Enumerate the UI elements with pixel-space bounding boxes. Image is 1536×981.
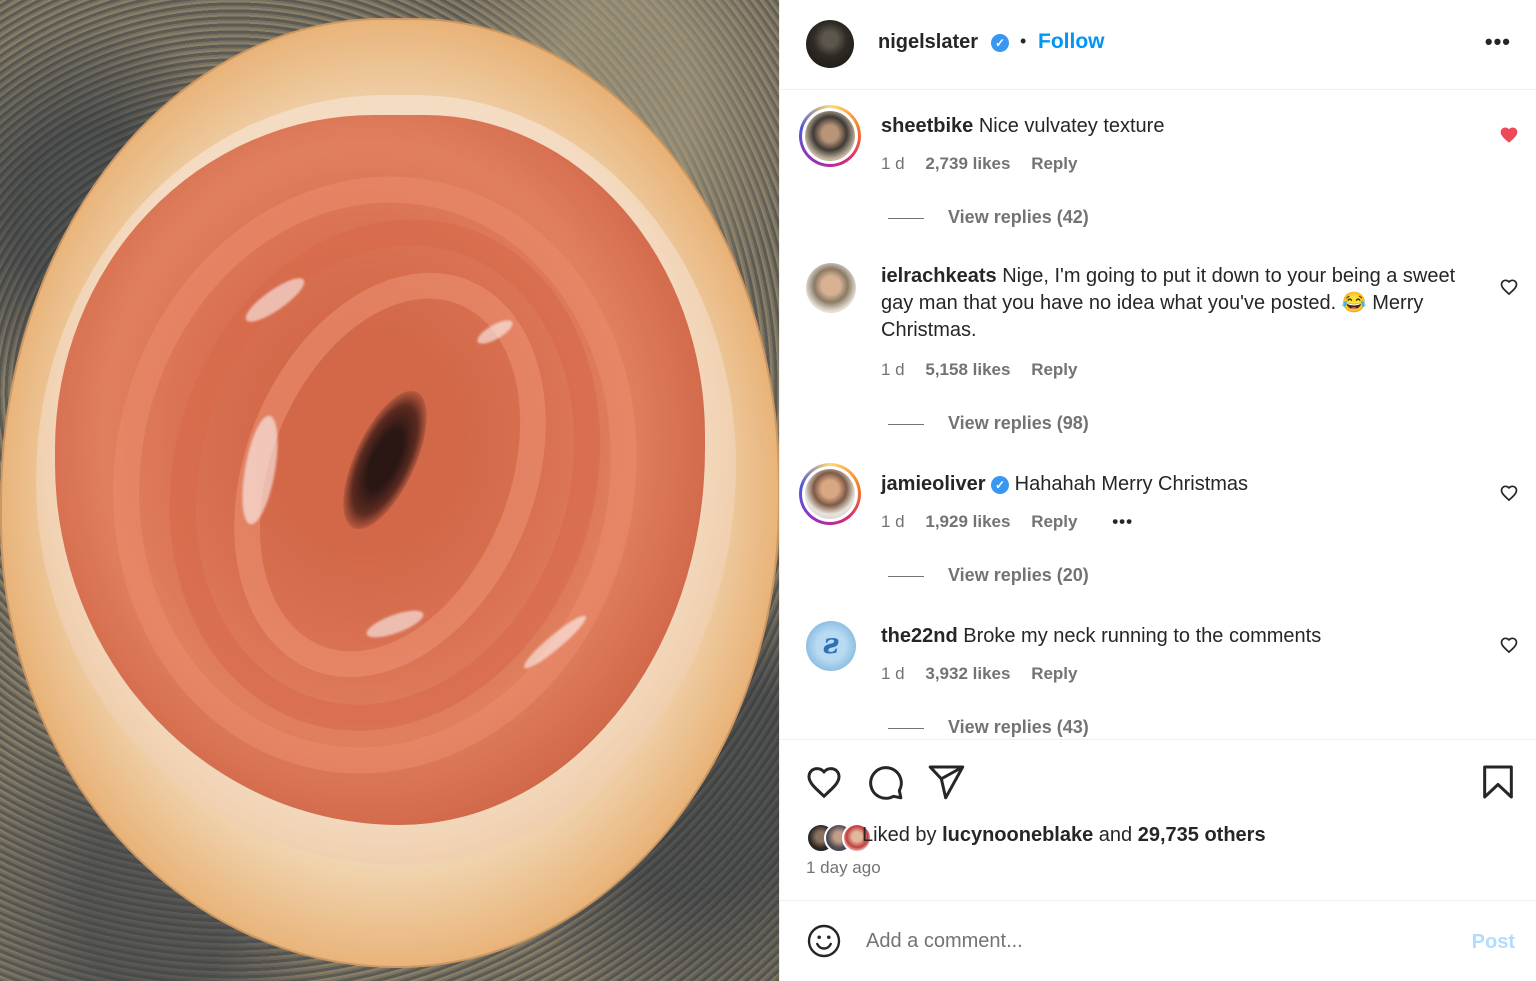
post-comment-button[interactable]: Post (1472, 931, 1515, 954)
comment-likes[interactable]: 2,739 likes (925, 154, 1010, 173)
comment-likes[interactable]: 1,929 likes (925, 512, 1010, 531)
bookmark-icon[interactable] (1478, 762, 1518, 802)
comment-username[interactable]: the22nd (881, 625, 958, 647)
comment-time: 1 d (881, 512, 905, 531)
view-replies-line (888, 423, 924, 425)
liked-by-user[interactable]: lucynooneblake (942, 824, 1093, 846)
add-comment-bar: Post (780, 900, 1536, 981)
comment-username[interactable]: sheetbike (881, 115, 973, 137)
reply-button[interactable]: Reply (1031, 664, 1077, 683)
commenter-avatar (805, 469, 855, 519)
liked-by-text: Liked by lucynooneblake and 29,735 other… (862, 824, 1266, 846)
comment-body: Nice vulvatey texture (978, 115, 1165, 137)
commenter-avatar[interactable] (806, 263, 856, 313)
emoji-icon[interactable] (806, 923, 842, 959)
like-heart-icon[interactable] (1499, 483, 1519, 503)
comment-text: jamieoliver ✓ Hahahah Merry Christmas (881, 471, 1476, 498)
comment-text: ielrachkeats Nige, I'm going to put it d… (881, 263, 1476, 344)
comment-body: Hahahah Merry Christmas (1014, 473, 1249, 495)
comment-meta: 1 d 3,932 likes Reply (881, 664, 1093, 684)
comment-body: Broke my neck running to the comments (963, 625, 1322, 647)
post-photo[interactable] (0, 0, 779, 981)
comment-meta: 1 d 5,158 likes Reply (881, 360, 1093, 380)
reply-button[interactable]: Reply (1031, 360, 1077, 379)
author-avatar[interactable] (806, 20, 854, 68)
like-heart-icon[interactable] (1499, 277, 1519, 297)
comment-time: 1 d (881, 360, 905, 379)
verified-badge-icon: ✓ (991, 476, 1010, 494)
comment-input[interactable] (866, 923, 1426, 959)
comment-likes[interactable]: 5,158 likes (925, 360, 1010, 379)
like-heart-icon[interactable] (1499, 635, 1519, 655)
send-icon[interactable] (926, 762, 966, 802)
comments-list[interactable]: sheetbike Nice vulvatey texture 1 d 2,73… (780, 91, 1536, 738)
comment-likes[interactable]: 3,932 likes (925, 664, 1010, 683)
post-side-panel: nigelslater ✓ • Follow ••• sheetbike Nic… (779, 0, 1536, 981)
comment-meta: 1 d 1,929 likes Reply ••• (881, 512, 1149, 532)
view-replies-line (888, 217, 924, 219)
comment-meta: 1 d 2,739 likes Reply (881, 154, 1093, 174)
view-replies-button[interactable]: View replies (42) (888, 207, 1089, 228)
post-header: nigelslater ✓ • Follow ••• (780, 0, 1536, 90)
follow-button[interactable]: Follow (1038, 30, 1105, 54)
comment-time: 1 d (881, 664, 905, 683)
header-separator: • (1020, 31, 1027, 51)
more-options-button[interactable]: ••• (1485, 29, 1511, 55)
view-replies-button[interactable]: View replies (43) (888, 717, 1089, 738)
comment-text: the22nd Broke my neck running to the com… (881, 623, 1476, 650)
story-ring[interactable] (799, 463, 861, 525)
view-replies-line (888, 727, 924, 729)
commenter-avatar (805, 111, 855, 161)
comment-more-button[interactable]: ••• (1112, 512, 1133, 531)
comment-username[interactable]: ielrachkeats (881, 265, 997, 287)
avatar-logo-glyph: ƨ (823, 627, 839, 660)
view-replies-line (888, 575, 924, 577)
liked-heart-icon[interactable] (1499, 125, 1519, 145)
post-timestamp[interactable]: 1 day ago (806, 858, 881, 878)
reply-button[interactable]: Reply (1031, 512, 1077, 531)
comment-icon[interactable] (865, 762, 905, 802)
view-replies-button[interactable]: View replies (98) (888, 413, 1089, 434)
comment-time: 1 d (881, 154, 905, 173)
story-ring[interactable] (799, 105, 861, 167)
liked-by-others[interactable]: 29,735 others (1138, 824, 1266, 846)
reply-button[interactable]: Reply (1031, 154, 1077, 173)
verified-badge-icon: ✓ (991, 34, 1009, 52)
post-actions: Liked by lucynooneblake and 29,735 other… (780, 739, 1536, 900)
view-replies-button[interactable]: View replies (20) (888, 565, 1089, 586)
author-username[interactable]: nigelslater (878, 31, 978, 54)
comment-text: sheetbike Nice vulvatey texture (881, 113, 1476, 140)
commenter-avatar[interactable]: ƨ (806, 621, 856, 671)
heart-icon[interactable] (804, 762, 844, 802)
comment-username[interactable]: jamieoliver (881, 473, 986, 495)
